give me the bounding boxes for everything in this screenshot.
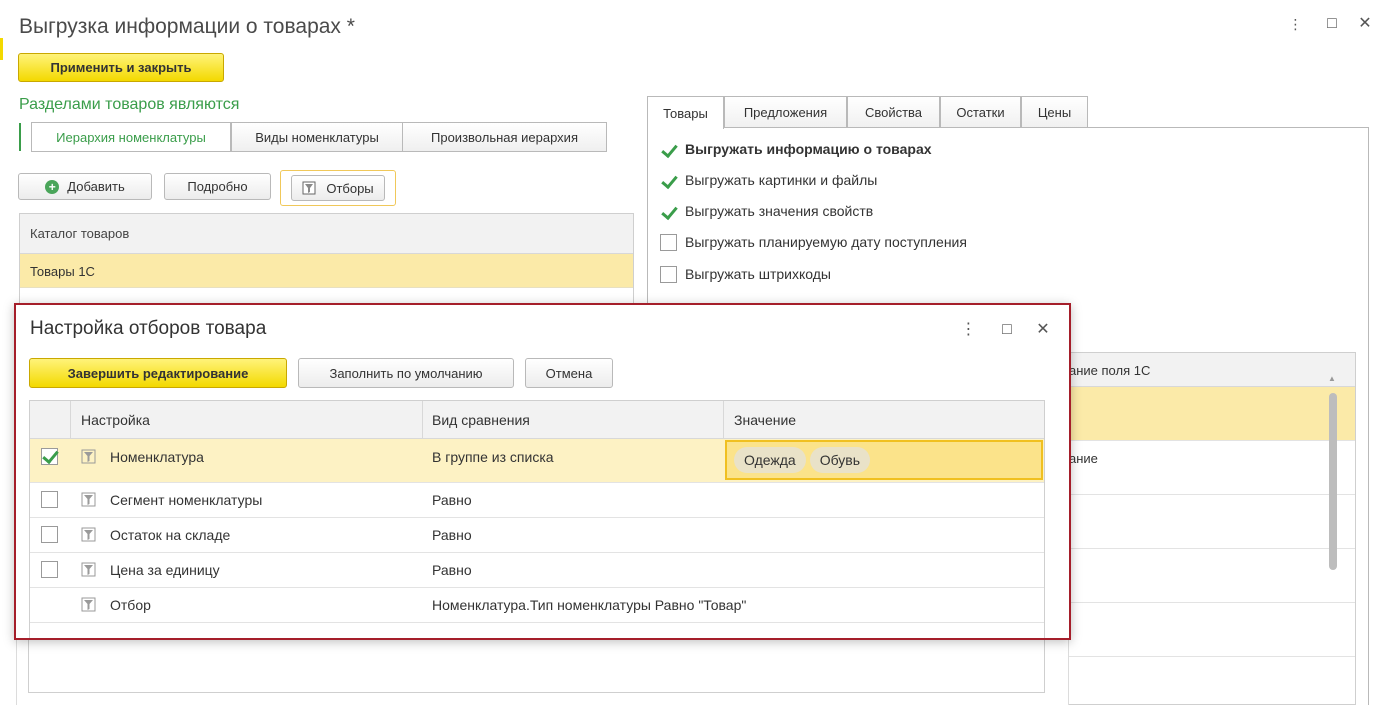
section-tab-kinds[interactable]: Виды номенклатуры (231, 122, 403, 152)
scroll-up-icon[interactable]: ▲ (1328, 374, 1336, 383)
option-label: Выгружать информацию о товарах (685, 141, 932, 157)
filter-grid: Настройка Вид сравнения Значение Номенкл… (29, 400, 1045, 638)
close-icon[interactable]: ✕ (1354, 13, 1376, 35)
grid-header: Настройка Вид сравнения Значение (30, 401, 1044, 439)
window-edge-marker (0, 38, 3, 60)
option-label: Выгружать значения свойств (685, 203, 874, 219)
option-label: Выгружать планируемую дату поступления (685, 234, 967, 250)
field-icon (81, 527, 96, 542)
table-row[interactable]: Остаток на складе Равно (30, 518, 1044, 553)
tab-stock[interactable]: Остатки (940, 96, 1021, 128)
table-row[interactable] (1063, 549, 1355, 603)
cancel-button[interactable]: Отмена (525, 358, 613, 388)
option-export-barcodes[interactable]: Выгружать штрихкоды (660, 264, 831, 284)
catalog-table: Каталог товаров Товары 1С (19, 213, 634, 305)
field-icon (81, 449, 96, 464)
section-tab-custom[interactable]: Произвольная иерархия (402, 122, 607, 152)
window-title: Выгрузка информации о товарах * (19, 15, 355, 38)
comparison-type[interactable]: В группе из списка (432, 449, 554, 465)
table-row[interactable] (1063, 495, 1355, 549)
checkbox[interactable] (660, 203, 677, 220)
table-row[interactable]: Номенклатура В группе из списка Одежда О… (30, 439, 1044, 483)
setting-name: Сегмент номенклатуры (110, 492, 263, 508)
option-export-planned-date[interactable]: Выгружать планируемую дату поступления (660, 232, 967, 252)
catalog-header: Каталог товаров (20, 214, 633, 254)
checkbox[interactable] (660, 141, 677, 158)
fill-defaults-button[interactable]: Заполнить по умолчанию (298, 358, 514, 388)
field-mapping-table: ание поля 1С ание (1062, 352, 1356, 705)
more-icon[interactable]: ⋮ (1284, 13, 1306, 35)
section-tab-hierarchy[interactable]: Иерархия номенклатуры (31, 122, 231, 152)
value-input[interactable]: Одежда Обувь (725, 440, 1043, 480)
column-value[interactable]: Значение (734, 412, 796, 428)
option-label: Выгружать картинки и файлы (685, 172, 878, 188)
setting-name: Остаток на складе (110, 527, 231, 543)
add-label: Добавить (67, 179, 125, 194)
filters-button-inner: Отборы (291, 175, 385, 201)
value-chip[interactable]: Обувь (809, 447, 871, 473)
field-icon (81, 597, 96, 612)
table-row[interactable]: Цена за единицу Равно (30, 553, 1044, 588)
apply-close-button[interactable]: Применить и закрыть (18, 53, 224, 82)
table-row[interactable]: Отбор Номенклатура.Тип номенклатуры Равн… (30, 588, 1044, 623)
row-checkbox[interactable] (41, 526, 58, 543)
finish-editing-button[interactable]: Завершить редактирование (29, 358, 287, 388)
more-icon[interactable]: ⋮ (957, 319, 979, 341)
filter-icon (302, 181, 316, 195)
details-button[interactable]: Подробно (164, 173, 271, 200)
filters-label: Отборы (326, 180, 374, 196)
tab-prices[interactable]: Цены (1021, 96, 1088, 128)
option-export-goods[interactable]: Выгружать информацию о товарах (660, 139, 932, 159)
add-button[interactable]: + Добавить (18, 173, 152, 200)
column-setting[interactable]: Настройка (81, 412, 150, 428)
filters-button[interactable]: Отборы (280, 170, 396, 206)
maximize-icon[interactable]: □ (996, 319, 1018, 341)
comparison-type[interactable]: Равно (432, 562, 472, 578)
value-chip[interactable]: Одежда (734, 447, 806, 473)
setting-name: Цена за единицу (110, 562, 220, 578)
sections-active-bar (19, 123, 21, 151)
sections-label: Разделами товаров являются (19, 96, 240, 113)
column-divider (70, 401, 71, 439)
table-row[interactable]: ание (1063, 441, 1355, 495)
setting-name: Номенклатура (110, 449, 204, 465)
field-icon (81, 562, 96, 577)
checkbox[interactable] (660, 233, 677, 251)
comparison-type[interactable]: Номенклатура.Тип номенклатуры Равно "Тов… (432, 597, 746, 613)
row-checkbox[interactable] (41, 491, 58, 508)
dialog-title: Настройка отборов товара (30, 318, 267, 339)
maximize-icon[interactable]: □ (1321, 13, 1343, 35)
close-icon[interactable]: ✕ (1032, 319, 1054, 341)
tab-goods[interactable]: Товары (647, 96, 724, 129)
option-export-properties[interactable]: Выгружать значения свойств (660, 201, 873, 221)
row-checkbox[interactable] (41, 561, 58, 578)
comparison-type[interactable]: Равно (432, 492, 472, 508)
column-divider (422, 401, 423, 439)
field-mapping-header: ание поля 1С (1063, 353, 1355, 387)
table-row[interactable]: Сегмент номенклатуры Равно (30, 483, 1044, 518)
table-row[interactable] (1063, 603, 1355, 657)
tab-offers[interactable]: Предложения (724, 96, 847, 128)
row-checkbox[interactable] (41, 448, 58, 465)
tab-properties[interactable]: Свойства (847, 96, 940, 128)
dialog-grid-empty-area (28, 640, 1045, 693)
scroll-thumb[interactable] (1329, 393, 1337, 570)
column-comparison[interactable]: Вид сравнения (432, 412, 530, 428)
comparison-type[interactable]: Равно (432, 527, 472, 543)
table-row[interactable] (1063, 387, 1355, 441)
catalog-row[interactable]: Товары 1С (20, 254, 633, 288)
add-icon: + (45, 179, 60, 194)
option-label: Выгружать штрихкоды (685, 266, 831, 282)
checkbox[interactable] (660, 265, 677, 283)
setting-name: Отбор (110, 597, 151, 613)
column-divider (723, 401, 724, 439)
option-export-images[interactable]: Выгружать картинки и файлы (660, 170, 877, 190)
checkbox[interactable] (660, 172, 677, 189)
field-icon (81, 492, 96, 507)
